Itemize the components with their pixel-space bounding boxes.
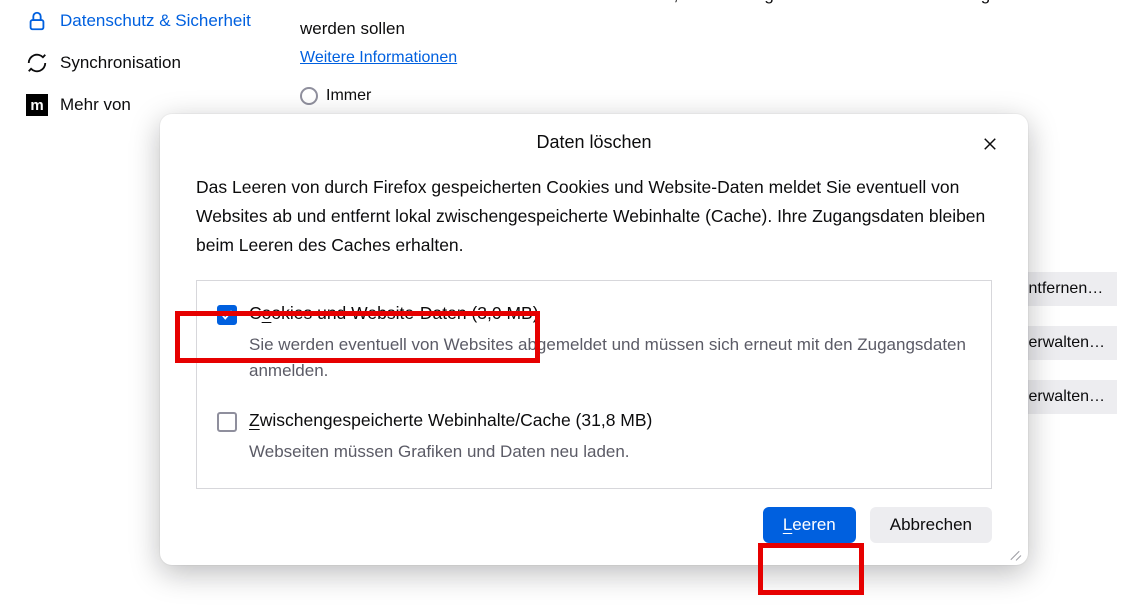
resize-handle[interactable] (1004, 543, 1020, 559)
checkbox-cache[interactable] (217, 412, 237, 432)
checkbox-cookies[interactable] (217, 305, 237, 325)
clear-button[interactable]: Leeren (763, 507, 856, 543)
option-cache-title: Zwischengespeicherte Webinhalte/Cache (3… (249, 410, 971, 431)
options-box: Cookies und Website-Daten (3,0 MB) Sie w… (196, 280, 992, 489)
close-button[interactable] (978, 132, 1002, 156)
option-cookies-title: Cookies und Website-Daten (3,0 MB) (249, 303, 971, 324)
option-cookies-desc: Sie werden eventuell von Websites abgeme… (249, 332, 971, 385)
clear-data-dialog: Daten löschen Das Leeren von durch Firef… (160, 114, 1028, 565)
option-cache-desc: Webseiten müssen Grafiken und Daten neu … (249, 439, 971, 465)
option-cache[interactable]: Zwischengespeicherte Webinhalte/Cache (3… (217, 410, 971, 465)
option-cookies[interactable]: Cookies und Website-Daten (3,0 MB) Sie w… (217, 303, 971, 385)
dialog-intro: Das Leeren von durch Firefox gespeichert… (196, 173, 992, 260)
dialog-title: Daten löschen (536, 132, 651, 152)
cancel-button[interactable]: Abbrechen (870, 507, 992, 543)
